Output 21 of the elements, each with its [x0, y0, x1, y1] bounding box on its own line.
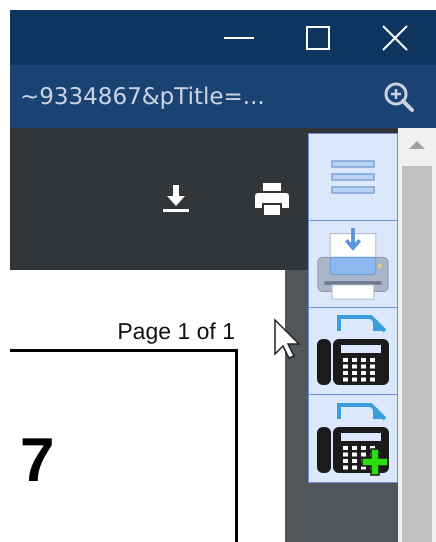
- page-number-text: Page 1 of 1: [117, 318, 235, 345]
- toolbar-printer-icon: [255, 183, 289, 215]
- scroll-up-icon: [409, 140, 425, 150]
- minimize-icon: [224, 36, 254, 40]
- document-text: 7: [20, 425, 56, 497]
- maximize-icon: [306, 26, 330, 50]
- maximize-button[interactable]: [306, 26, 330, 50]
- scrollbar[interactable]: [398, 128, 436, 542]
- download-icon: [163, 185, 189, 213]
- toolbar-print-button[interactable]: [255, 183, 289, 215]
- add-fax-icon: [315, 400, 391, 476]
- minimize-button[interactable]: [224, 36, 254, 40]
- zoom-button[interactable]: [382, 80, 416, 114]
- download-button[interactable]: [163, 185, 189, 213]
- menu-icon: [331, 159, 375, 195]
- scrollbar-thumb[interactable]: [402, 166, 432, 542]
- printer-icon: [315, 226, 391, 302]
- zoom-in-icon: [382, 80, 416, 114]
- close-button[interactable]: [382, 24, 408, 50]
- close-icon: [382, 24, 408, 50]
- url-text[interactable]: ~9334867&pTitle=...: [20, 84, 265, 110]
